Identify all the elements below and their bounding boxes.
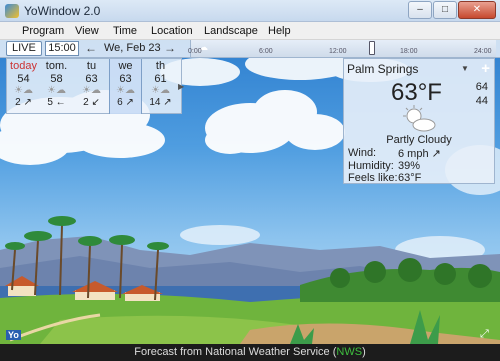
day-wind: 6 ↗ xyxy=(117,97,134,108)
condition-text: Partly Cloudy xyxy=(386,134,452,146)
partly-cloudy-icon xyxy=(403,105,436,132)
date-label: We, Feb 23 xyxy=(104,42,161,54)
day-temp: 61 xyxy=(154,73,167,85)
forecast-day[interactable]: tu 63 ☀☁ 2 ↙ xyxy=(75,59,108,114)
day-wind: 2 ↙ xyxy=(83,97,100,108)
day-name: tom. xyxy=(45,60,68,72)
day-temp: 54 xyxy=(17,73,30,85)
next-day-button[interactable]: → xyxy=(164,41,176,55)
status-bar: Forecast from National Weather Service (… xyxy=(0,344,500,361)
title-bar: YoWindow 2.0 – □ ✕ xyxy=(0,0,500,22)
partly-cloudy-icon: ☀☁ xyxy=(116,85,135,96)
maximize-button[interactable]: □ xyxy=(433,1,457,19)
live-button[interactable]: LIVE xyxy=(6,41,42,56)
feels-like-row: Feels like: 63°F xyxy=(348,172,421,184)
day-temp: 58 xyxy=(50,73,63,85)
day-temp: 63 xyxy=(119,73,132,85)
location-name[interactable]: Palm Springs xyxy=(347,62,418,76)
source-prefix: Forecast from National Weather Service ( xyxy=(134,346,337,358)
time-slider-handle[interactable] xyxy=(369,41,375,55)
menu-landscape[interactable]: Landscape xyxy=(204,25,258,37)
forecast-strip: today 54 ☀☁ 2 ↗ tom. 58 ☀☁ 5 ← tu 63 ☀☁ … xyxy=(6,58,182,114)
humidity-label: Humidity: xyxy=(348,160,394,172)
feels-like-value: 63°F xyxy=(398,172,422,184)
app-icon xyxy=(5,4,19,18)
source-link[interactable]: NWS xyxy=(336,346,362,358)
location-panel: Palm Springs ▼ + 63°F 64 44 Partly Cloud… xyxy=(343,58,495,184)
chevron-down-icon[interactable]: ▼ xyxy=(461,64,469,73)
time-bar: LIVE 15:00 ← We, Feb 23 → ☁ 0:00 6:00 12… xyxy=(0,40,500,58)
close-button[interactable]: ✕ xyxy=(458,1,496,19)
day-wind: 5 ← xyxy=(47,97,66,108)
forecast-day-selected[interactable]: we 63 ☀☁ 6 ↗ xyxy=(109,59,142,114)
day-name: we xyxy=(118,60,133,72)
day-wind: 14 ↗ xyxy=(149,97,172,108)
low-temperature: 44 xyxy=(475,95,488,107)
day-wind: 2 ↗ xyxy=(15,97,32,108)
menu-time[interactable]: Time xyxy=(113,25,137,37)
forecast-day[interactable]: today 54 ☀☁ 2 ↗ xyxy=(7,59,40,114)
partly-cloudy-icon: ☀☁ xyxy=(82,85,101,96)
add-location-button[interactable]: + xyxy=(481,60,490,77)
day-name: today xyxy=(10,60,37,72)
menu-location[interactable]: Location xyxy=(151,25,193,37)
tick-18: 18:00 xyxy=(400,48,418,55)
expand-forecast-button[interactable]: ▶ xyxy=(178,82,184,91)
fullscreen-icon[interactable]: ⤢ xyxy=(480,328,489,341)
source-suffix: ) xyxy=(362,346,366,358)
current-temperature: 63°F xyxy=(391,79,442,106)
forecast-day[interactable]: th 61 ☀☁ 14 ↗ xyxy=(144,59,177,114)
humidity-value: 39% xyxy=(398,160,421,172)
wind-row: Wind: 6 mph ↗ xyxy=(348,147,441,160)
tick-12: 12:00 xyxy=(329,48,347,55)
forecast-day[interactable]: tom. 58 ☀☁ 5 ← xyxy=(40,59,73,114)
forecast-source[interactable]: Forecast from National Weather Service (… xyxy=(0,346,500,358)
tick-0: 0:00 xyxy=(188,48,202,55)
partly-cloudy-icon: ☀☁ xyxy=(151,85,170,96)
day-timeline[interactable]: ☁ 0:00 6:00 12:00 18:00 24:00 xyxy=(188,40,496,57)
cloud-center xyxy=(205,90,345,154)
humidity-row: Humidity: 39% xyxy=(348,160,420,172)
high-temperature: 64 xyxy=(475,81,488,93)
wind-value: 6 mph ↗ xyxy=(398,148,441,160)
day-name: tu xyxy=(86,60,97,72)
partly-cloudy-icon: ☀☁ xyxy=(47,85,66,96)
feels-like-label: Feels like: xyxy=(348,172,398,184)
day-name: th xyxy=(155,60,166,72)
minimize-button[interactable]: – xyxy=(408,1,432,19)
tick-24: 24:00 xyxy=(474,48,492,55)
time-display[interactable]: 15:00 xyxy=(45,41,79,56)
menu-bar: Program View Time Location Landscape Hel… xyxy=(0,22,500,40)
menu-help[interactable]: Help xyxy=(268,25,291,37)
menu-program[interactable]: Program xyxy=(22,25,64,37)
wind-label: Wind: xyxy=(348,147,377,159)
window-title: YoWindow 2.0 xyxy=(24,4,101,18)
prev-day-button[interactable]: ← xyxy=(85,41,97,55)
yowindow-logo[interactable]: Yo xyxy=(6,330,21,340)
day-temp: 63 xyxy=(85,73,98,85)
partly-cloudy-icon: ☀☁ xyxy=(14,85,33,96)
tick-6: 6:00 xyxy=(259,48,273,55)
menu-view[interactable]: View xyxy=(75,25,99,37)
